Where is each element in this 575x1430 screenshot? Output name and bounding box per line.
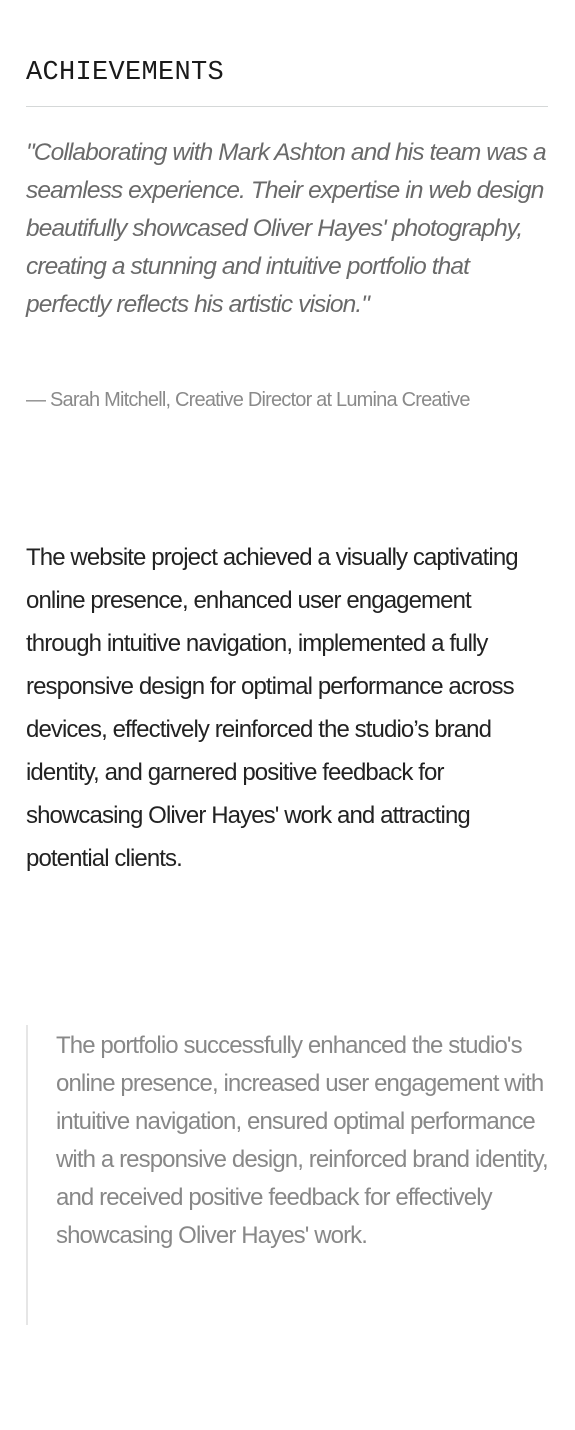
section-heading: ACHIEVEMENTS: [26, 58, 225, 88]
highlight-blockquote: The portfolio successfully enhanced the …: [26, 1025, 549, 1325]
highlight-text: The portfolio successfully enhanced the …: [56, 1032, 549, 1249]
testimonial-quote: "Collaborating with Mark Ashton and his …: [26, 139, 547, 318]
project-summary: The website project achieved a visually …: [26, 544, 519, 872]
heading-divider: [26, 106, 548, 107]
testimonial-attribution: — Sarah Mitchell, Creative Director at L…: [26, 389, 470, 411]
